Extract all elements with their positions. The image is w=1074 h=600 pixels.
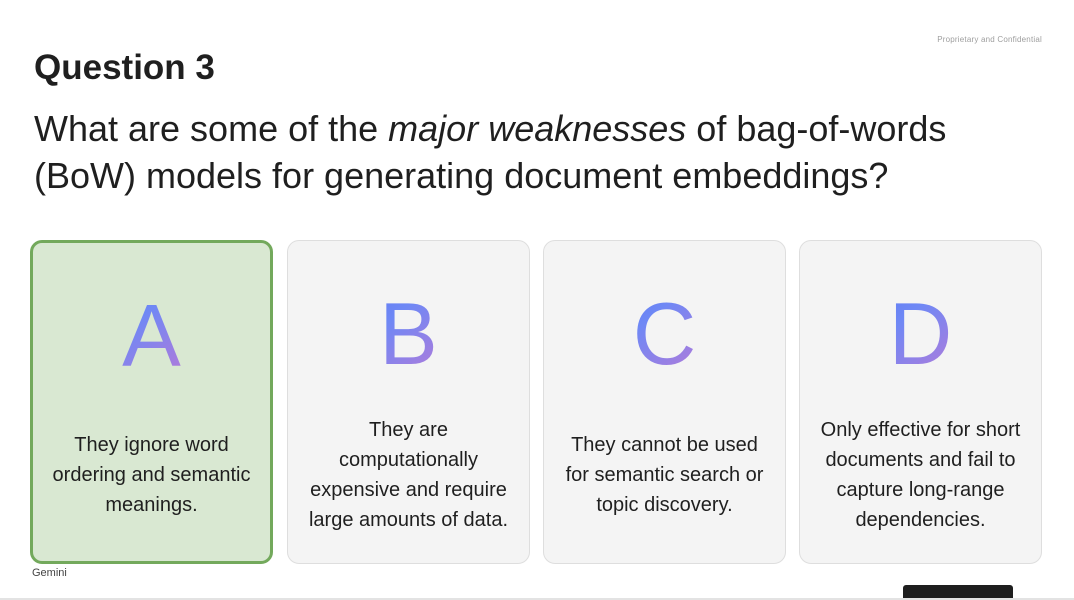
slide: Proprietary and Confidential Question 3 … [0,0,1074,600]
answer-options: A They ignore word ordering and semantic… [30,240,1044,564]
confidential-label: Proprietary and Confidential [937,35,1042,44]
option-letter: B [288,289,529,379]
question-text-emphasis: major weaknesses [388,108,687,149]
option-card-b[interactable]: B They are computationally expensive and… [287,240,530,564]
option-letter: C [544,289,785,379]
option-letter: D [800,289,1041,379]
option-text: They are computationally expensive and r… [308,419,508,531]
option-letter: A [33,291,270,381]
gemini-brand: Gemini [32,567,67,579]
option-text: Only effective for short documents and f… [820,419,1021,531]
option-text: They ignore word ordering and semantic m… [52,434,251,516]
question-text: What are some of the major weaknesses of… [34,105,1054,199]
question-text-before: What are some of the [34,108,389,149]
option-text: They cannot be used for semantic search … [565,434,764,516]
option-card-c[interactable]: C They cannot be used for semantic searc… [543,240,786,564]
option-card-a[interactable]: A They ignore word ordering and semantic… [30,240,273,564]
question-title: Question 3 [34,48,215,87]
option-card-d[interactable]: D Only effective for short documents and… [799,240,1042,564]
